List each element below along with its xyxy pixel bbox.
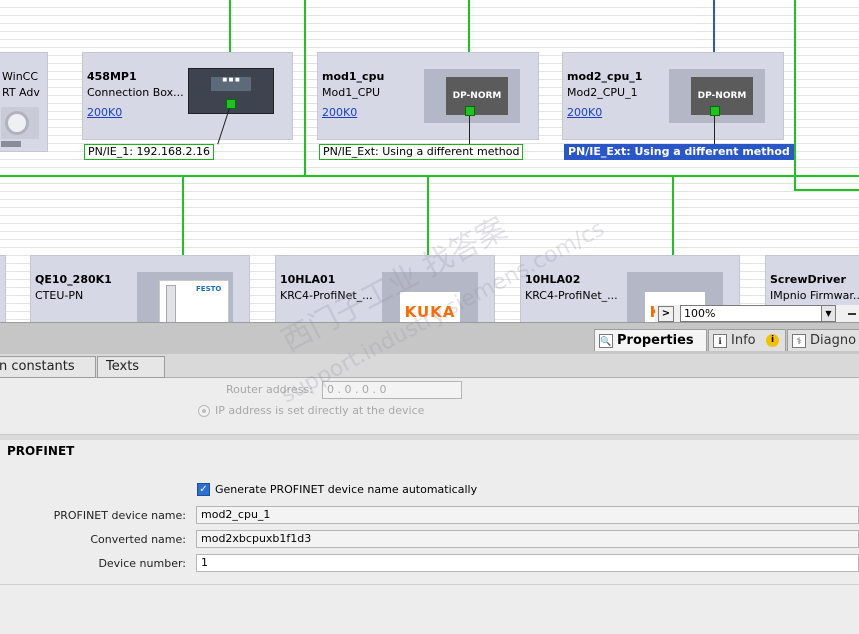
kuka-robot-icon: KUKA xyxy=(382,272,478,322)
tab-diagnostics[interactable]: ⚕ Diagno xyxy=(787,329,859,351)
section-divider xyxy=(0,434,859,440)
device-link[interactable]: 200K0 xyxy=(322,106,357,119)
generate-name-label: Generate PROFINET device name automatica… xyxy=(215,483,478,496)
network-address-label[interactable]: PN/IE_1: 192.168.2.16 xyxy=(84,144,214,160)
converted-name-value: mod2xbcpuxb1f1d3 xyxy=(201,532,312,545)
tab-label: Properties xyxy=(617,333,694,348)
diagnostics-icon: ⚕ xyxy=(792,334,806,348)
panel-bottom-divider xyxy=(0,584,859,585)
device-partial-left[interactable] xyxy=(0,255,6,322)
profinet-device-name-label: PROFINET device name: xyxy=(53,509,186,522)
router-address-label: Router address: xyxy=(226,383,313,396)
device-name: mod2_cpu_1 xyxy=(567,70,643,83)
ip-set-at-device-radio[interactable] xyxy=(198,405,210,417)
device-name: 10HLA01 xyxy=(280,273,336,286)
profinet-device-name-value: mod2_cpu_1 xyxy=(201,508,271,521)
tab-label: n constants xyxy=(0,359,75,374)
inspector-sub-tabs: n constants Texts xyxy=(0,354,859,378)
selected-subnet-line[interactable] xyxy=(713,0,715,52)
router-address-value: 0 . 0 . 0 . 0 xyxy=(327,383,387,396)
device-name: ScrewDriver xyxy=(770,273,846,286)
device-10hla01[interactable]: 10HLA01 KRC4-ProfiNet_... KUKA xyxy=(275,255,495,322)
subnet-line[interactable] xyxy=(468,0,470,52)
device-mod2-cpu-1[interactable]: mod2_cpu_1 Mod2_CPU_1 200K0 DP-NORM xyxy=(562,52,784,140)
network-address-label[interactable]: PN/IE_Ext: Using a different method xyxy=(319,144,524,160)
tab-info[interactable]: ℹ Info i xyxy=(708,329,786,351)
device-type: IMpnio Firmwar... xyxy=(770,289,859,302)
generate-name-checkbox[interactable]: ✓ xyxy=(197,483,210,496)
router-address-field: 0 . 0 . 0 . 0 xyxy=(322,381,462,399)
chevron-right-icon: > xyxy=(661,308,671,319)
profinet-device-name-field[interactable]: mod2_cpu_1 xyxy=(196,506,859,524)
selected-network-address-label[interactable]: PN/IE_Ext: Using a different method xyxy=(564,144,794,160)
device-type: CTEU-PN xyxy=(35,289,84,302)
device-type: Mod1_CPU xyxy=(322,86,381,99)
zoom-select[interactable]: 100% ▼ xyxy=(680,305,836,322)
ethernet-port[interactable] xyxy=(465,106,475,116)
device-number-value: 1 xyxy=(201,556,208,569)
tab-constants[interactable]: n constants xyxy=(0,356,96,378)
tab-label: Diagno xyxy=(810,333,857,348)
ethernet-port[interactable] xyxy=(710,106,720,116)
section-title-profinet: PROFINET xyxy=(7,444,75,458)
zoom-value: 100% xyxy=(684,307,716,320)
device-mod1-cpu[interactable]: mod1_cpu Mod1_CPU 200K0 DP-NORM xyxy=(317,52,539,140)
inspector-tab-strip: 🔍 Properties ℹ Info i ⚕ Diagno xyxy=(0,322,859,354)
kuka-logo: KUKA xyxy=(400,292,460,322)
converted-name-field: mod2xbcpuxb1f1d3 xyxy=(196,530,859,548)
tab-properties[interactable]: 🔍 Properties xyxy=(594,329,707,351)
device-name: WinCC xyxy=(2,70,39,83)
device-458mp1[interactable]: 458MP1 Connection Box... 200K0 ■ ■ ■ xyxy=(82,52,293,140)
dp-norm-label: DP-NORM xyxy=(691,77,753,115)
device-qe10-280k1[interactable]: QE10_280K1 CTEU-PN FESTO xyxy=(30,255,250,322)
info-badge-icon: i xyxy=(766,334,779,347)
tab-label: Texts xyxy=(106,359,140,374)
device-name: QE10_280K1 xyxy=(35,273,112,286)
ip-set-at-device-label: IP address is set directly at the device xyxy=(215,404,425,417)
port-connector-line xyxy=(469,116,470,146)
device-type: KRC4-ProfiNet_... xyxy=(525,289,618,302)
subnet-line[interactable] xyxy=(229,0,231,52)
inspector-window: 🔍 Properties ℹ Info i ⚕ Diagno n constan… xyxy=(0,322,859,634)
tab-texts[interactable]: Texts xyxy=(97,356,165,378)
device-number-label: Device number: xyxy=(98,557,186,570)
festo-logo: FESTO xyxy=(196,285,222,293)
festo-module-icon: FESTO xyxy=(137,272,233,322)
subnet-line[interactable] xyxy=(794,189,859,191)
device-type: KRC4-ProfiNet_... xyxy=(280,289,373,302)
device-number-field[interactable]: 1 xyxy=(196,554,859,572)
subnet-line[interactable] xyxy=(304,0,306,176)
device-link[interactable]: 200K0 xyxy=(87,106,122,119)
properties-icon: 🔍 xyxy=(599,334,613,348)
converted-name-label: Converted name: xyxy=(90,533,186,546)
ethernet-port[interactable] xyxy=(226,99,236,109)
hmi-panel-icon xyxy=(1,107,39,139)
subnet-bus-line[interactable] xyxy=(0,175,859,177)
info-icon: ℹ xyxy=(713,334,727,348)
device-name: mod1_cpu xyxy=(322,70,385,83)
scroll-right-button[interactable]: > xyxy=(658,306,674,322)
device-hmi[interactable]: WinCC RT Adv xyxy=(0,52,48,152)
device-name: 10HLA02 xyxy=(525,273,581,286)
device-link[interactable]: 200K0 xyxy=(567,106,602,119)
dp-norm-label: DP-NORM xyxy=(446,77,508,115)
subnet-line[interactable] xyxy=(794,0,796,190)
device-type: Connection Box... xyxy=(87,86,184,99)
zoom-slider-handle[interactable] xyxy=(848,313,856,315)
device-type: RT Adv xyxy=(2,86,40,99)
device-type: Mod2_CPU_1 xyxy=(567,86,638,99)
port-connector-line xyxy=(714,116,715,146)
network-view-canvas[interactable]: WinCC RT Adv 458MP1 Connection Box... 20… xyxy=(0,0,859,322)
device-name: 458MP1 xyxy=(87,70,137,83)
tab-label: Info xyxy=(731,333,756,348)
chevron-down-icon[interactable]: ▼ xyxy=(821,306,835,321)
